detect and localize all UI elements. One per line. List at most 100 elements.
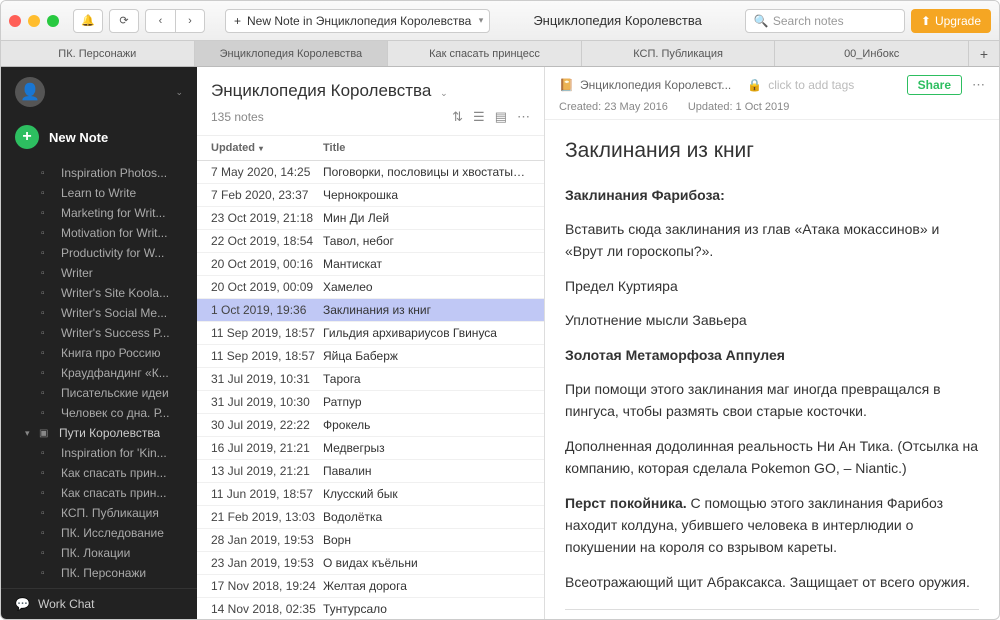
chat-icon: 💬 xyxy=(15,597,30,611)
note-row[interactable]: 21 Feb 2019, 13:03Водолётка xyxy=(197,506,544,529)
note-row[interactable]: 11 Sep 2019, 18:57Яйца Баберж xyxy=(197,345,544,368)
tags-placeholder[interactable]: click to add tags xyxy=(768,78,854,92)
note-row[interactable]: 20 Oct 2019, 00:09Хамелео xyxy=(197,276,544,299)
sidebar-folder[interactable]: ▾▣Пути Королевства xyxy=(1,423,197,443)
sidebar-item[interactable]: ▫Человек со дна. Р... xyxy=(1,403,197,423)
tab[interactable]: КСП. Публикация xyxy=(582,41,776,66)
note-paragraph: Вставить сюда заклинания из глав «Атака … xyxy=(565,218,979,263)
tab[interactable]: 00_Инбокс xyxy=(775,41,969,66)
sidebar-item[interactable]: ▫Книга про Россию xyxy=(1,343,197,363)
sidebar-item[interactable]: ▫ПК. Исследование xyxy=(1,523,197,543)
maximize-window-icon[interactable] xyxy=(47,15,59,27)
sidebar-item-label: Как спасать прин... xyxy=(61,486,166,500)
notebook-title[interactable]: Энциклопедия Королевства ⌄ xyxy=(211,81,530,101)
note-row[interactable]: 1 Oct 2019, 19:36Заклинания из книг xyxy=(197,299,544,322)
sidebar-item[interactable]: ▫Productivity for W... xyxy=(1,243,197,263)
sidebar-item[interactable]: ▫ПК. Локации xyxy=(1,543,197,563)
note-title-cell: Медвегрыз xyxy=(323,441,530,455)
note-row[interactable]: 13 Jul 2019, 21:21Павалин xyxy=(197,460,544,483)
tab[interactable]: ПК. Персонажи xyxy=(1,41,195,66)
sidebar-item[interactable]: ▫Писательские идеи xyxy=(1,383,197,403)
list-view-button[interactable]: ☰ xyxy=(473,109,485,125)
new-tab-button[interactable]: + xyxy=(969,41,999,66)
note-rows: 7 May 2020, 14:25Поговорки, пословицы и … xyxy=(197,161,544,619)
sidebar-item[interactable]: ▫ Writer xyxy=(1,263,197,283)
sidebar-item-label: Писательские идеи xyxy=(61,386,169,400)
note-row[interactable]: 17 Nov 2018, 19:24Желтая дорога xyxy=(197,575,544,598)
sidebar-item[interactable]: ▫Motivation for Writ... xyxy=(1,223,197,243)
note-paragraph: Дополненная додолинная реальность Ни Ан … xyxy=(565,435,979,480)
sidebar-item[interactable]: ▫ПК. Персонажи xyxy=(1,563,197,583)
sync-button[interactable]: ⟳ xyxy=(109,9,139,33)
note-title[interactable]: Заклинания из книг xyxy=(565,134,979,168)
note-title-cell: Клусский бык xyxy=(323,487,530,501)
created-date: Created: 23 May 2016 xyxy=(559,101,668,113)
note-title-cell: Фрокель xyxy=(323,418,530,432)
chevron-down-icon: ▾ xyxy=(25,428,37,439)
tab[interactable]: Энциклопедия Королевства xyxy=(195,41,389,66)
sidebar-item[interactable]: ▫Writer's Success P... xyxy=(1,323,197,343)
sidebar-item[interactable]: ▫Writer's Site Koola... xyxy=(1,283,197,303)
note-row[interactable]: 7 Feb 2020, 23:37Чернокрошка xyxy=(197,184,544,207)
note-row[interactable]: 22 Oct 2019, 18:54Тавол, небог xyxy=(197,230,544,253)
col-updated[interactable]: Updated ▾ xyxy=(211,142,323,154)
note-icon: ▫ xyxy=(41,488,55,499)
close-window-icon[interactable] xyxy=(9,15,21,27)
share-button[interactable]: Share xyxy=(907,75,962,95)
note-row[interactable]: 31 Jul 2019, 10:30Ратпур xyxy=(197,391,544,414)
more-options-button[interactable]: ⋯ xyxy=(517,109,530,125)
note-title-cell: Мантискат xyxy=(323,257,530,271)
sidebar-item-label: Writer xyxy=(61,266,93,280)
minimize-window-icon[interactable] xyxy=(28,15,40,27)
note-row[interactable]: 16 Jul 2019, 21:21Медвегрыз xyxy=(197,437,544,460)
note-row[interactable]: 23 Oct 2019, 21:18Мин Ди Лей xyxy=(197,207,544,230)
sidebar-item[interactable]: ▫Inspiration for 'Kin... xyxy=(1,443,197,463)
new-note-dropdown[interactable]: + New Note in Энциклопедия Королевства ▾ xyxy=(225,9,490,33)
chevron-left-icon: ‹ xyxy=(159,15,163,27)
note-title-cell: Гильдия архивариусов Гвинуса xyxy=(323,326,530,340)
sidebar-item[interactable]: ▫Как спасать прин... xyxy=(1,463,197,483)
note-date: 11 Sep 2019, 18:57 xyxy=(211,349,323,363)
sidebar-item[interactable]: ▫Inspiration Photos... xyxy=(1,163,197,183)
sort-button[interactable]: ⇅ xyxy=(452,109,463,125)
search-input[interactable]: 🔍 Search notes xyxy=(745,9,905,33)
forward-button[interactable]: › xyxy=(175,9,205,33)
note-more-button[interactable]: ⋯ xyxy=(972,77,985,93)
note-row[interactable]: 14 Nov 2018, 02:35Тунтурсало xyxy=(197,598,544,619)
sidebar-item[interactable]: ▫ Как спасать прин... xyxy=(1,483,197,503)
note-row[interactable]: 11 Jun 2019, 18:57Клусский бык xyxy=(197,483,544,506)
upgrade-label: Upgrade xyxy=(935,14,981,28)
note-row[interactable]: 23 Jan 2019, 19:53О видах къёльни xyxy=(197,552,544,575)
plus-icon: + xyxy=(234,14,241,28)
note-list-panel: Энциклопедия Королевства ⌄ 135 notes ⇅ ☰… xyxy=(197,67,545,619)
plus-circle-icon: + xyxy=(15,125,39,149)
back-button[interactable]: ‹ xyxy=(145,9,175,33)
sidebar-item[interactable]: ▫Writer's Social Me... xyxy=(1,303,197,323)
note-row[interactable]: 30 Jul 2019, 22:22Фрокель xyxy=(197,414,544,437)
note-body[interactable]: Заклинания из книг Заклинания Фарибоза: … xyxy=(545,120,999,619)
sidebar-item-label: Writer's Site Koola... xyxy=(61,286,169,300)
filter-button[interactable]: ▤ xyxy=(495,109,507,125)
tab[interactable]: Как спасать принцесс xyxy=(388,41,582,66)
notifications-button[interactable]: 🔔 xyxy=(73,9,103,33)
col-title[interactable]: Title xyxy=(323,142,530,154)
note-row[interactable]: 7 May 2020, 14:25Поговорки, пословицы и … xyxy=(197,161,544,184)
sidebar-item[interactable]: ▫КСП. Публикация xyxy=(1,503,197,523)
note-icon: ▫ xyxy=(41,268,55,279)
note-row[interactable]: 11 Sep 2019, 18:57Гильдия архивариусов Г… xyxy=(197,322,544,345)
work-chat-button[interactable]: 💬 Work Chat xyxy=(1,588,197,619)
sidebar-item[interactable]: ▫Learn to Write xyxy=(1,183,197,203)
breadcrumb[interactable]: Энциклопедия Королевст... xyxy=(580,78,731,92)
sidebar-list: ▫Inspiration Photos...▫Learn to Write▫Ma… xyxy=(1,163,197,588)
note-paragraph: Заклинания Фарибоза: xyxy=(565,184,979,206)
sidebar-item[interactable]: ▫Marketing for Writ... xyxy=(1,203,197,223)
window-title: Энциклопедия Королевства xyxy=(496,13,739,28)
new-note-button[interactable]: + New Note xyxy=(1,117,197,163)
note-row[interactable]: 28 Jan 2019, 19:53Ворн xyxy=(197,529,544,552)
sidebar-item-label: Человек со дна. Р... xyxy=(61,406,169,420)
account-menu[interactable]: 👤 ⌄ xyxy=(1,67,197,117)
note-row[interactable]: 31 Jul 2019, 10:31Тарога xyxy=(197,368,544,391)
upgrade-button[interactable]: ⬆ Upgrade xyxy=(911,9,991,33)
note-row[interactable]: 20 Oct 2019, 00:16Мантискат xyxy=(197,253,544,276)
sidebar-item[interactable]: ▫Краудфандинг «К... xyxy=(1,363,197,383)
